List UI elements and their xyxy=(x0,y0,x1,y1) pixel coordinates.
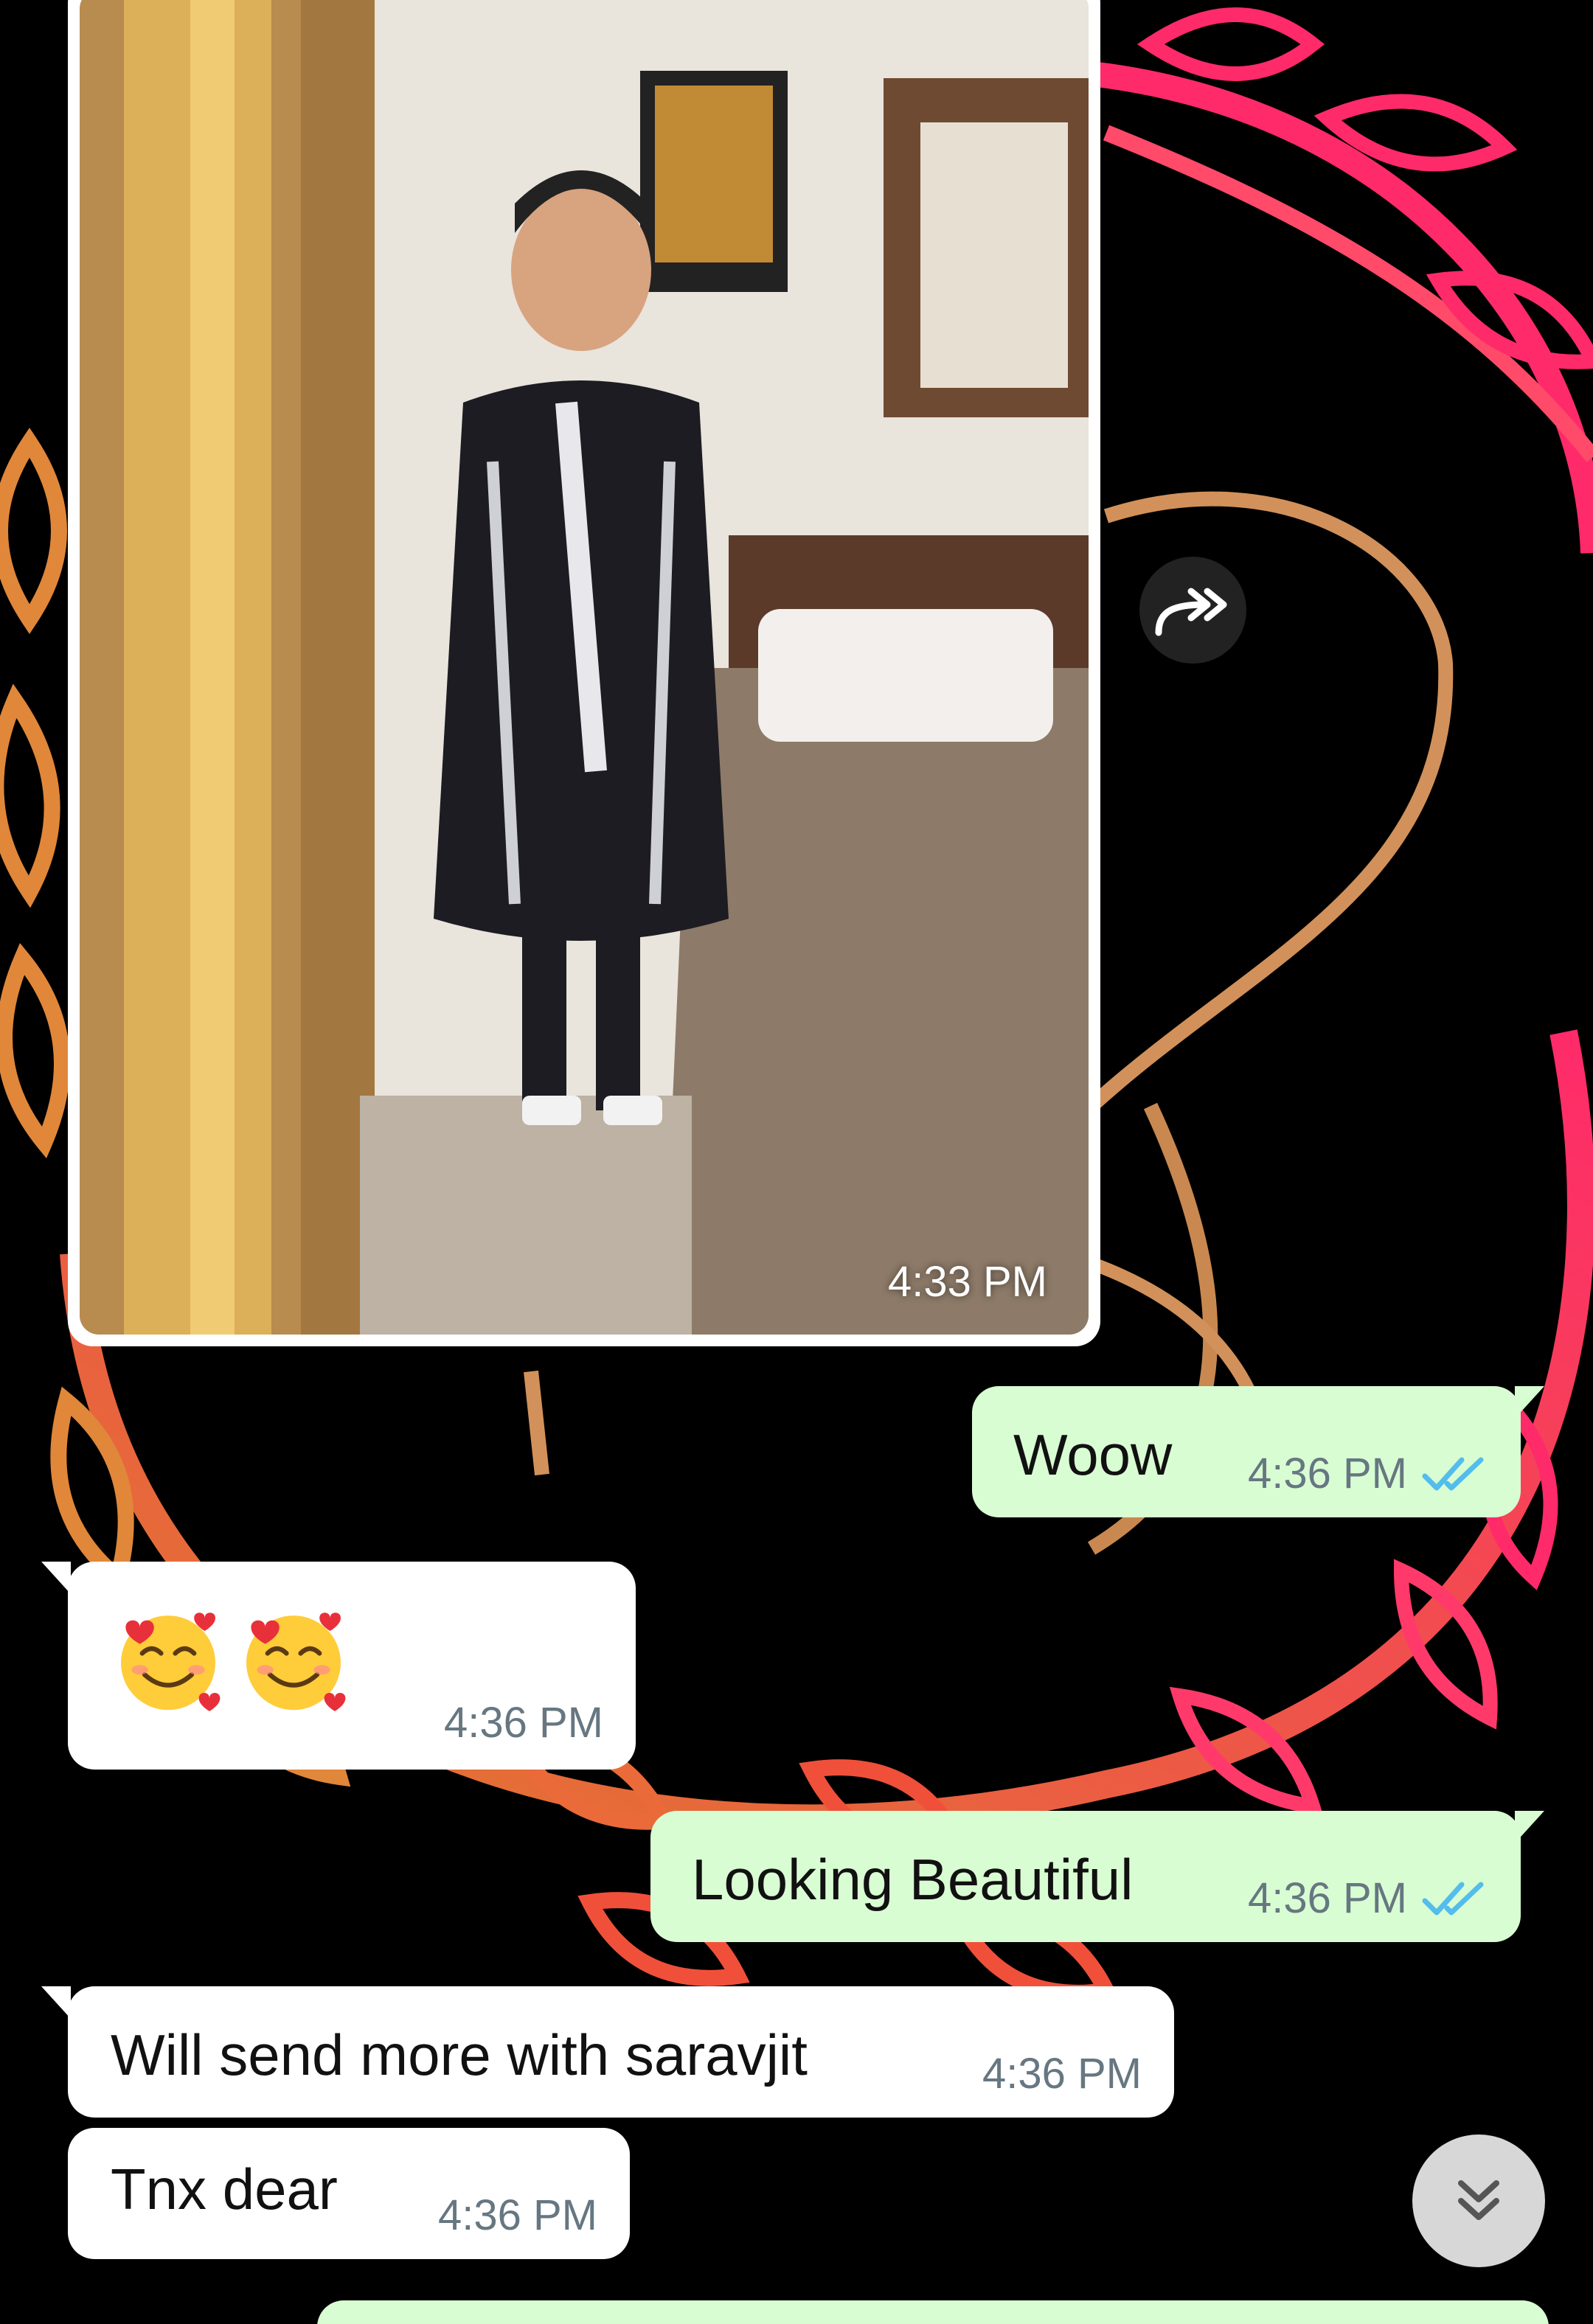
double-check-icon xyxy=(1422,1457,1484,1490)
forward-icon xyxy=(1155,588,1226,636)
message-outgoing-woow[interactable]: Woow 4:36 PM xyxy=(972,1386,1544,1517)
message-incoming-send-more[interactable]: Will send more with saravjit 4:36 PM xyxy=(41,1986,1174,2118)
message-text: Looking Beautiful xyxy=(692,1847,1134,1912)
message-outgoing-looking-beautiful[interactable]: Looking Beautiful 4:36 PM xyxy=(650,1811,1544,1942)
bubble-tail xyxy=(1515,1386,1544,1419)
bubble-tail xyxy=(41,1562,71,1594)
scroll-to-bottom-button[interactable] xyxy=(1412,2135,1545,2267)
message-meta: 4:36 PM xyxy=(1248,1874,1488,1923)
message-time: 4:36 PM xyxy=(438,2191,597,2239)
message-meta: 4:36 PM xyxy=(1248,1449,1488,1498)
forward-button[interactable] xyxy=(1139,557,1246,664)
bubble-tail xyxy=(1515,1811,1544,1843)
shared-photo[interactable]: 4:33 PM xyxy=(80,0,1089,1335)
smiling-face-hearts-icon xyxy=(109,1601,227,1719)
message-meta: 4:36 PM xyxy=(982,2049,1142,2098)
bubble-tail xyxy=(41,1986,71,2019)
chat-screen: 4:33 PM Woow 4:36 PM 🥰🥰 xyxy=(0,0,1593,2324)
message-text: Woow xyxy=(1013,1422,1173,1487)
message-meta: 4:36 PM xyxy=(444,1698,603,1747)
message-time: 4:36 PM xyxy=(982,2050,1142,2098)
message-meta: 4:36 PM xyxy=(438,2191,597,2240)
double-check-icon xyxy=(1422,1882,1484,1915)
image-message[interactable]: 4:33 PM xyxy=(68,0,1100,1346)
message-time: 4:36 PM xyxy=(1248,1450,1407,1497)
chevron-double-down-icon xyxy=(1458,2180,1499,2220)
message-text: Tnx dear xyxy=(111,2157,338,2222)
message-incoming-tnx-dear[interactable]: Tnx dear 4:36 PM xyxy=(68,2128,630,2259)
message-incoming-emoji[interactable]: 🥰🥰 xyxy=(41,1562,636,1770)
photo-illustration xyxy=(80,0,1089,1335)
image-timestamp: 4:33 PM xyxy=(888,1258,1047,1306)
message-time: 4:36 PM xyxy=(444,1699,603,1747)
message-time: 4:36 PM xyxy=(1248,1874,1407,1922)
smiling-face-hearts-icon xyxy=(235,1601,353,1719)
message-outgoing-partial[interactable] xyxy=(317,2300,1549,2324)
message-text: Will send more with saravjit xyxy=(111,2022,808,2087)
